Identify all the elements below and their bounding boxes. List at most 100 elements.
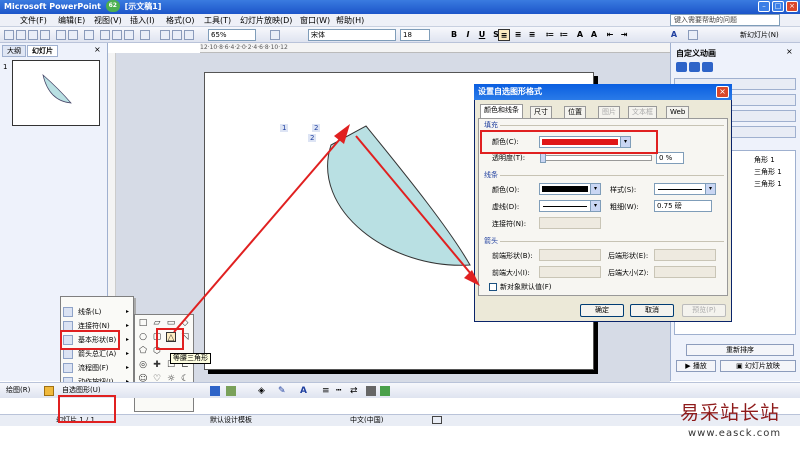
dash-style-icon[interactable]: ┅ bbox=[336, 386, 346, 396]
print-icon[interactable] bbox=[56, 30, 66, 40]
end-style-select[interactable] bbox=[654, 249, 716, 261]
tab-slides[interactable]: 幻灯片 bbox=[27, 45, 58, 57]
chart-icon[interactable] bbox=[160, 30, 170, 40]
back-icon[interactable] bbox=[676, 62, 687, 72]
slider-thumb[interactable] bbox=[540, 153, 546, 163]
menu-window[interactable]: 窗口(W) bbox=[300, 15, 330, 26]
italic-button[interactable]: I bbox=[462, 29, 474, 41]
new-icon[interactable] bbox=[4, 30, 14, 40]
paste-icon[interactable] bbox=[124, 30, 134, 40]
shape-donut-icon[interactable]: ◎ bbox=[138, 360, 148, 370]
menu-tools[interactable]: 工具(T) bbox=[204, 15, 231, 26]
increase-font-button[interactable]: A bbox=[574, 29, 586, 41]
tab-position[interactable]: 位置 bbox=[564, 106, 586, 118]
permission-icon[interactable] bbox=[40, 30, 50, 40]
spelling-icon[interactable] bbox=[84, 30, 94, 40]
shape-pentagon-icon[interactable]: ⬠ bbox=[138, 346, 148, 356]
menu-edit[interactable]: 编辑(E) bbox=[58, 15, 85, 26]
font-color-button[interactable]: A bbox=[668, 29, 680, 41]
tab-picture[interactable]: 图片 bbox=[598, 106, 620, 118]
play-button[interactable]: ▶ 播放 bbox=[676, 360, 716, 372]
tab-size[interactable]: 尺寸 bbox=[530, 106, 552, 118]
shape-cross-icon[interactable]: ✚ bbox=[152, 360, 162, 370]
menu-item-lines[interactable]: 线条(L) bbox=[78, 307, 101, 317]
menu-format[interactable]: 格式(O) bbox=[166, 15, 195, 26]
maximize-button[interactable]: □ bbox=[772, 1, 784, 12]
line-color-select[interactable]: ▾ bbox=[539, 183, 601, 195]
task-pane-close-icon[interactable]: × bbox=[786, 47, 793, 56]
help-search-input[interactable]: 键入需要帮助的问题 bbox=[670, 14, 780, 26]
connector-select[interactable] bbox=[539, 217, 601, 229]
shape-oval-icon[interactable]: ○ bbox=[138, 332, 148, 342]
underline-button[interactable]: U bbox=[476, 29, 488, 41]
center-button[interactable]: ≡ bbox=[512, 29, 524, 41]
menu-item-flowchart[interactable]: 流程图(F) bbox=[78, 363, 109, 373]
menu-insert[interactable]: 插入(I) bbox=[130, 15, 155, 26]
animation-item[interactable]: 三角形 1 bbox=[754, 167, 782, 177]
cut-icon[interactable] bbox=[100, 30, 110, 40]
menu-help[interactable]: 帮助(H) bbox=[336, 15, 364, 26]
ok-button[interactable]: 确定 bbox=[580, 304, 624, 317]
close-button[interactable]: × bbox=[786, 1, 798, 12]
tab-colors-lines[interactable]: 颜色和线条 bbox=[480, 104, 523, 118]
home-icon[interactable] bbox=[702, 62, 713, 72]
slideshow-button[interactable]: ▣ 幻灯片放映 bbox=[720, 360, 796, 372]
line-color-icon[interactable]: ✎ bbox=[278, 386, 290, 396]
decrease-font-button[interactable]: A bbox=[588, 29, 600, 41]
new-slide-button[interactable]: 新幻灯片(N) bbox=[740, 29, 779, 41]
zoom-select[interactable]: 65% bbox=[208, 29, 256, 41]
menu-view[interactable]: 视图(V) bbox=[94, 15, 122, 26]
tab-web[interactable]: Web bbox=[666, 106, 690, 118]
insert-picture-icon[interactable] bbox=[226, 386, 236, 396]
decrease-indent-button[interactable]: ⇤ bbox=[604, 29, 616, 41]
menu-slideshow[interactable]: 幻灯片放映(D) bbox=[240, 15, 292, 26]
begin-size-select[interactable] bbox=[539, 266, 601, 278]
design-icon[interactable] bbox=[688, 30, 698, 40]
increase-indent-button[interactable]: ⇥ bbox=[618, 29, 630, 41]
tab-textbox[interactable]: 文本框 bbox=[628, 106, 657, 118]
open-icon[interactable] bbox=[16, 30, 26, 40]
help-icon[interactable] bbox=[270, 30, 280, 40]
clipart-icon[interactable] bbox=[210, 386, 220, 396]
align-right-button[interactable]: ≡ bbox=[526, 29, 538, 41]
forward-icon[interactable] bbox=[689, 62, 700, 72]
menu-item-block-arrows[interactable]: 箭头总汇(A) bbox=[78, 349, 116, 359]
animation-item[interactable]: 角形 1 bbox=[754, 155, 775, 165]
shape-rectangle-icon[interactable]: □ bbox=[138, 318, 148, 328]
animation-item[interactable]: 三角形 1 bbox=[754, 179, 782, 189]
minimize-button[interactable]: – bbox=[758, 1, 770, 12]
end-size-select[interactable] bbox=[654, 266, 716, 278]
undo-icon[interactable] bbox=[140, 30, 150, 40]
weight-input[interactable]: 0.75 磅 bbox=[654, 200, 712, 212]
dialog-close-button[interactable]: × bbox=[716, 86, 729, 98]
transparency-slider[interactable] bbox=[540, 153, 652, 163]
dash-select[interactable]: ▾ bbox=[539, 200, 601, 212]
cancel-button[interactable]: 取消 bbox=[630, 304, 674, 317]
save-icon[interactable] bbox=[28, 30, 38, 40]
reorder-control[interactable]: 重新排序 bbox=[686, 344, 794, 356]
3d-style-icon[interactable] bbox=[380, 386, 390, 396]
slide-thumbnail[interactable] bbox=[12, 60, 100, 126]
table-icon[interactable] bbox=[172, 30, 182, 40]
fill-color-icon[interactable]: ◈ bbox=[258, 386, 270, 396]
begin-style-select[interactable] bbox=[539, 249, 601, 261]
line-style-select[interactable]: ▾ bbox=[654, 183, 716, 195]
numbering-button[interactable]: ≔ bbox=[544, 29, 556, 41]
default-checkbox[interactable] bbox=[489, 283, 497, 291]
copy-icon[interactable] bbox=[112, 30, 122, 40]
preview-icon[interactable] bbox=[68, 30, 78, 40]
font-color-icon[interactable]: A bbox=[300, 386, 312, 396]
line-style-icon[interactable]: ≡ bbox=[322, 386, 332, 396]
preview-button[interactable]: 预览(P) bbox=[682, 304, 726, 317]
grid-icon[interactable] bbox=[184, 30, 194, 40]
shadow-style-icon[interactable] bbox=[366, 386, 376, 396]
menu-file[interactable]: 文件(F) bbox=[20, 15, 47, 26]
draw-menu-button[interactable]: 绘图(R) bbox=[6, 384, 30, 396]
close-pane-icon[interactable]: × bbox=[94, 45, 101, 54]
align-left-button[interactable]: ≡ bbox=[498, 29, 510, 41]
bold-button[interactable]: B bbox=[448, 29, 460, 41]
font-select[interactable]: 宋体 bbox=[308, 29, 396, 41]
bullets-button[interactable]: ≔ bbox=[558, 29, 570, 41]
font-size-select[interactable]: 18 bbox=[400, 29, 430, 41]
arrow-style-icon[interactable]: ⇄ bbox=[350, 386, 360, 396]
